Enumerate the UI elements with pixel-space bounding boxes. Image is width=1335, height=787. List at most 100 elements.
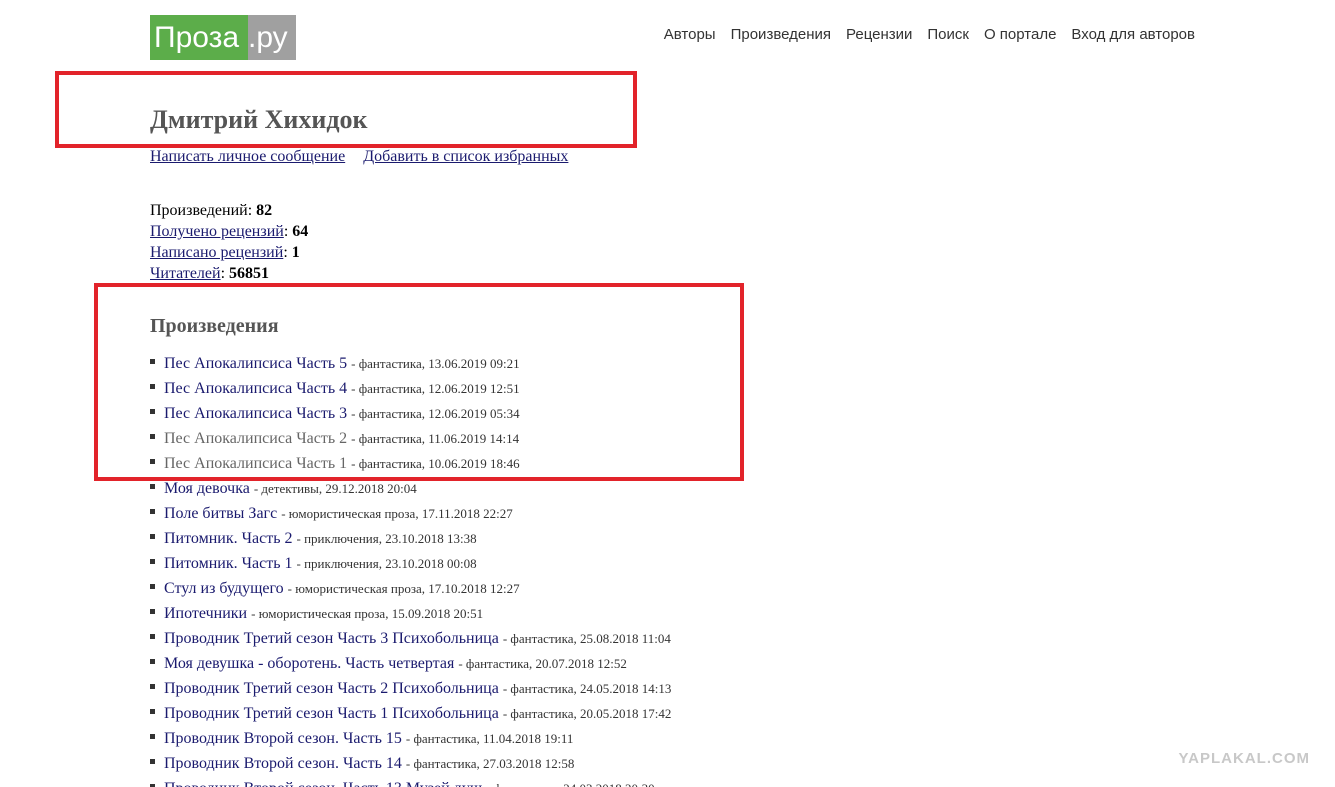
work-meta: - фантастика, 12.06.2019 12:51 [351, 381, 520, 396]
bullet-icon [150, 759, 155, 764]
bullet-icon [150, 709, 155, 714]
work-item: Проводник Третий сезон Часть 3 Психоболь… [150, 626, 671, 651]
work-title-link[interactable]: Проводник Второй сезон. Часть 15 [164, 726, 402, 751]
bullet-icon [150, 634, 155, 639]
bullet-icon [150, 459, 155, 464]
work-meta: - фантастика, 13.06.2019 09:21 [351, 356, 520, 371]
nav-authors[interactable]: Авторы [664, 26, 716, 43]
work-meta: - фантастика, 11.04.2018 19:11 [405, 731, 574, 746]
work-meta: - приключения, 23.10.2018 13:38 [296, 531, 477, 546]
work-title-link[interactable]: Пес Апокалипсиса Часть 2 [164, 426, 347, 451]
work-meta: - фантастика, 20.05.2018 17:42 [502, 706, 672, 721]
nav-reviews[interactable]: Рецензии [846, 26, 912, 43]
work-title-link[interactable]: Питомник. Часть 2 [164, 526, 293, 551]
author-stats: Произведений: 82 Получено рецензий: 64 Н… [150, 200, 308, 284]
work-item: Проводник Второй сезон. Часть 14 - фанта… [150, 751, 671, 776]
received-reviews-link[interactable]: Получено рецензий [150, 223, 284, 240]
work-meta: - юмористическая проза, 17.11.2018 22:27 [281, 506, 513, 521]
nav-about[interactable]: О портале [984, 26, 1056, 43]
work-meta: - фантастика, 24.05.2018 14:13 [502, 681, 672, 696]
stat-readers: Читателей: 56851 [150, 265, 270, 282]
stat-works: Произведений: 82 [150, 202, 273, 219]
bullet-icon [150, 734, 155, 739]
work-title-link[interactable]: Моя девушка - оборотень. Часть четвертая [164, 651, 454, 676]
work-title-link[interactable]: Пес Апокалипсиса Часть 3 [164, 401, 347, 426]
watermark: YAPLAKAL.COM [1178, 750, 1310, 767]
work-meta: - детективы, 29.12.2018 20:04 [253, 481, 417, 496]
work-meta: - фантастика, 20.07.2018 12:52 [458, 656, 627, 671]
work-meta: - юмористическая проза, 15.09.2018 20:51 [251, 606, 484, 621]
bullet-icon [150, 659, 155, 664]
stat-works-label: Произведений [150, 202, 248, 219]
work-meta: - фантастика, 10.06.2019 18:46 [351, 456, 520, 471]
bullet-icon [150, 584, 155, 589]
work-meta: - фантастика, 24.03.2018 20:30 [486, 776, 655, 787]
author-name: Дмитрий Хихидок [150, 105, 368, 134]
stat-written-reviews: Написано рецензий: 1 [150, 244, 300, 261]
work-item: Моя девушка - оборотень. Часть четвертая… [150, 651, 671, 676]
work-meta: - фантастика, 27.03.2018 12:58 [405, 756, 575, 771]
top-navigation: Авторы Произведения Рецензии Поиск О пор… [664, 26, 1195, 43]
work-title-link[interactable]: Пес Апокалипсиса Часть 4 [164, 376, 347, 401]
bullet-icon [150, 409, 155, 414]
work-item: Ипотечники - юмористическая проза, 15.09… [150, 601, 671, 626]
logo-part-1: Проза [150, 15, 248, 60]
author-actions: Написать личное сообщение Добавить в спи… [150, 148, 568, 166]
send-message-link[interactable]: Написать личное сообщение [150, 148, 345, 166]
work-title-link[interactable]: Проводник Третий сезон Часть 2 Психоболь… [164, 676, 499, 701]
work-title-link[interactable]: Ипотечники [164, 601, 247, 626]
work-item: Пес Апокалипсиса Часть 2 - фантастика, 1… [150, 426, 671, 451]
written-reviews-link[interactable]: Написано рецензий [150, 244, 283, 261]
work-meta: - фантастика, 25.08.2018 11:04 [502, 631, 671, 646]
readers-link[interactable]: Читателей [150, 265, 221, 282]
bullet-icon [150, 434, 155, 439]
site-logo[interactable]: Проза .ру [150, 15, 296, 60]
work-title-link[interactable]: Моя девочка [164, 476, 250, 501]
work-item: Пес Апокалипсиса Часть 1 - фантастика, 1… [150, 451, 671, 476]
work-title-link[interactable]: Проводник Второй сезон. Часть 13 Музей д… [164, 776, 482, 787]
bullet-icon [150, 484, 155, 489]
work-item: Моя девочка - детективы, 29.12.2018 20:0… [150, 476, 671, 501]
work-item: Проводник Третий сезон Часть 2 Психоболь… [150, 676, 671, 701]
stat-readers-value: 56851 [229, 265, 270, 282]
logo-part-2: .ру [248, 15, 296, 60]
work-item: Проводник Второй сезон. Часть 15 - фанта… [150, 726, 671, 751]
stat-received-reviews-value: 64 [292, 223, 309, 240]
stat-written-reviews-value: 1 [291, 244, 300, 261]
work-title-link[interactable]: Питомник. Часть 1 [164, 551, 293, 576]
work-item: Проводник Второй сезон. Часть 13 Музей д… [150, 776, 671, 787]
work-meta: - юмористическая проза, 17.10.2018 12:27 [287, 581, 520, 596]
work-item: Питомник. Часть 1 - приключения, 23.10.2… [150, 551, 671, 576]
work-item: Проводник Третий сезон Часть 1 Психоболь… [150, 701, 671, 726]
work-title-link[interactable]: Проводник Третий сезон Часть 1 Психоболь… [164, 701, 499, 726]
works-list: Пес Апокалипсиса Часть 5 - фантастика, 1… [150, 351, 671, 787]
works-heading: Произведения [150, 315, 279, 337]
add-to-favorites-link[interactable]: Добавить в список избранных [363, 148, 568, 166]
stat-works-value: 82 [256, 202, 273, 219]
work-item: Пес Апокалипсиса Часть 3 - фантастика, 1… [150, 401, 671, 426]
work-title-link[interactable]: Пес Апокалипсиса Часть 5 [164, 351, 347, 376]
work-title-link[interactable]: Проводник Третий сезон Часть 3 Психоболь… [164, 626, 499, 651]
nav-works[interactable]: Произведения [731, 26, 831, 43]
work-item: Поле битвы Загс - юмористическая проза, … [150, 501, 671, 526]
nav-search[interactable]: Поиск [927, 26, 969, 43]
work-item: Пес Апокалипсиса Часть 5 - фантастика, 1… [150, 351, 671, 376]
work-item: Стул из будущего - юмористическая проза,… [150, 576, 671, 601]
work-meta: - фантастика, 11.06.2019 14:14 [351, 431, 520, 446]
stat-received-reviews: Получено рецензий: 64 [150, 223, 309, 240]
work-title-link[interactable]: Пес Апокалипсиса Часть 1 [164, 451, 347, 476]
work-title-link[interactable]: Поле битвы Загс [164, 501, 277, 526]
work-item: Питомник. Часть 2 - приключения, 23.10.2… [150, 526, 671, 551]
work-item: Пес Апокалипсиса Часть 4 - фантастика, 1… [150, 376, 671, 401]
bullet-icon [150, 559, 155, 564]
nav-login[interactable]: Вход для авторов [1071, 26, 1195, 43]
bullet-icon [150, 684, 155, 689]
bullet-icon [150, 509, 155, 514]
work-title-link[interactable]: Проводник Второй сезон. Часть 14 [164, 751, 402, 776]
bullet-icon [150, 384, 155, 389]
bullet-icon [150, 359, 155, 364]
bullet-icon [150, 534, 155, 539]
work-meta: - приключения, 23.10.2018 00:08 [296, 556, 477, 571]
work-title-link[interactable]: Стул из будущего [164, 576, 284, 601]
work-meta: - фантастика, 12.06.2019 05:34 [351, 406, 520, 421]
